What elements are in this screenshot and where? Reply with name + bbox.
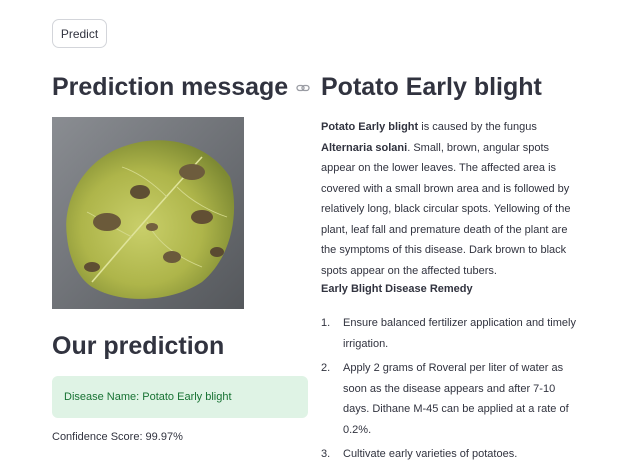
prediction-message-title: Prediction message [52,73,289,101]
list-item-number: 1. [321,317,331,329]
desc-text-1: is caused by the fungus [418,121,537,133]
our-prediction-heading: Our prediction [52,332,225,360]
list-item: 2. Apply 2 grams of Roveral per liter of… [321,358,583,440]
list-item-number: 2. [321,362,331,374]
list-item-number: 3. [321,448,331,460]
link-icon[interactable] [296,83,310,93]
list-item: 3. Cultivate early varieties of potatoes… [321,444,583,465]
disease-name-text: Disease Name: Potato Early blight [64,391,232,403]
list-item-text: Apply 2 grams of Roveral per liter of wa… [343,362,569,436]
desc-disease-name: Potato Early blight [321,121,419,133]
remedy-list: 1. Ensure balanced fertilizer applicatio… [321,313,583,469]
list-item-text: Ensure balanced fertilizer application a… [343,317,576,350]
desc-fungus-name: Alternaria solani [321,141,408,154]
prediction-message-heading: Prediction message [52,73,310,102]
list-item-text: Cultivate early varieties of potatoes. [343,448,518,460]
remedy-heading: Early Blight Disease Remedy [321,283,473,295]
desc-text-2: . Small, brown, angular spots appear on … [321,141,571,277]
confidence-score: Confidence Score: 99.97% [52,431,183,443]
disease-title: Potato Early blight [321,73,542,101]
disease-name-alert: Disease Name: Potato Early blight [52,376,308,418]
disease-description: Potato Early blight is caused by the fun… [321,117,581,281]
list-item: 1. Ensure balanced fertilizer applicatio… [321,313,583,354]
potato-leaf-image [52,117,244,309]
predict-button[interactable]: Predict [52,19,107,48]
